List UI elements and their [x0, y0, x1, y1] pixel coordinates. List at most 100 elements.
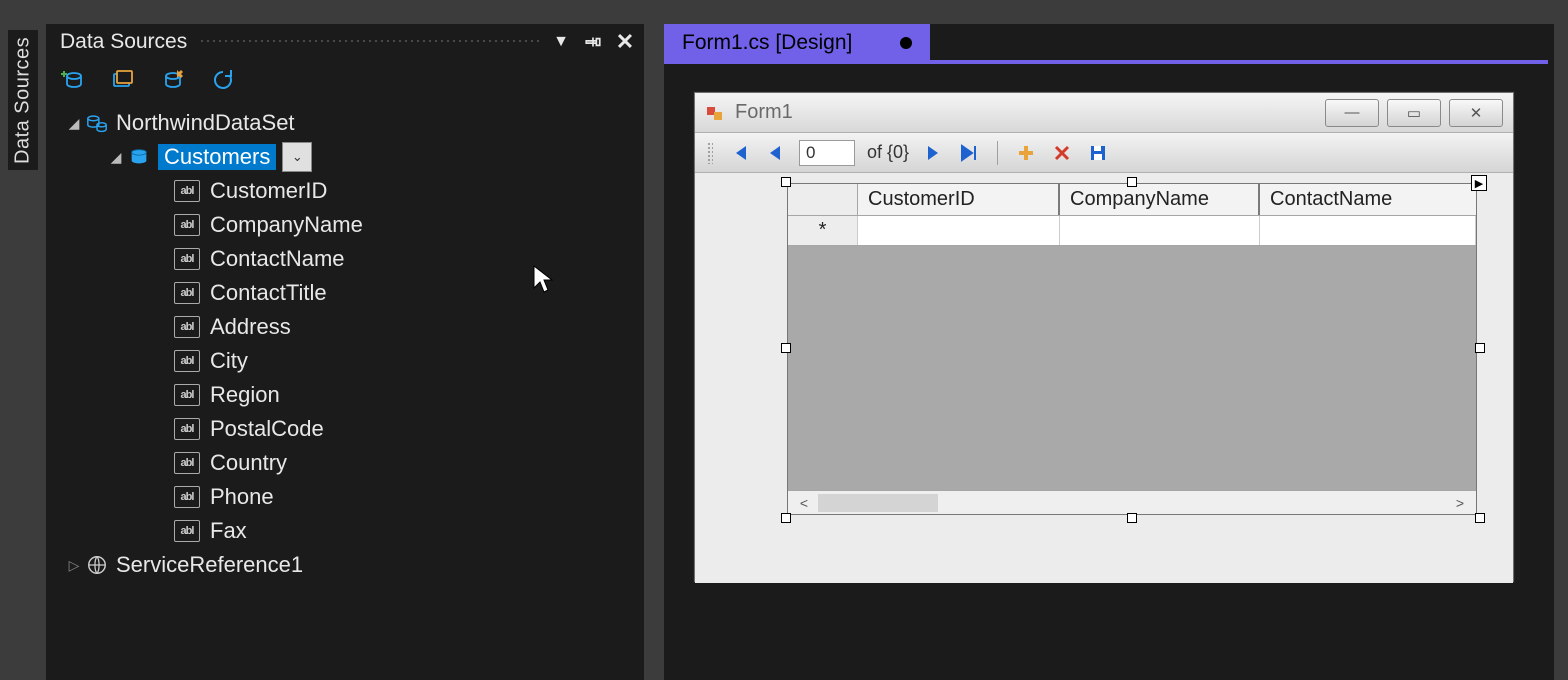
configure-dataset-icon[interactable] — [158, 65, 188, 95]
tree-field-label: Country — [210, 450, 287, 476]
tree-field-node[interactable]: ablCity — [64, 344, 644, 378]
position-textbox[interactable]: 0 — [799, 140, 855, 166]
resize-handle[interactable] — [781, 513, 791, 523]
resize-handle[interactable] — [1475, 343, 1485, 353]
toolstrip-grip-icon[interactable] — [707, 142, 713, 164]
scroll-right-icon[interactable]: > — [1450, 494, 1470, 512]
panel-grip — [199, 38, 540, 46]
resize-handle[interactable] — [781, 177, 791, 187]
tree-field-node[interactable]: ablFax — [64, 514, 644, 548]
tree-field-node[interactable]: ablCompanyName — [64, 208, 644, 242]
chevron-down-icon[interactable]: ◢ — [64, 115, 84, 132]
tree-table-label-selected: Customers — [158, 144, 276, 170]
tree-field-node[interactable]: ablCountry — [64, 446, 644, 480]
minimize-button[interactable]: — — [1325, 99, 1379, 127]
datagridview[interactable]: CustomerID CompanyName ContactName * < — [787, 183, 1477, 515]
panel-title: Data Sources — [60, 30, 187, 54]
grid-column-header[interactable]: CompanyName — [1060, 184, 1260, 215]
resize-handle[interactable] — [781, 343, 791, 353]
add-new-button[interactable] — [1014, 141, 1038, 165]
table-icon — [126, 144, 152, 170]
refresh-icon[interactable] — [208, 65, 238, 95]
tree-field-label: CompanyName — [210, 212, 363, 238]
pin-icon[interactable] — [584, 33, 602, 51]
tree-table-node[interactable]: ◢ Customers ⌄ — [64, 140, 644, 174]
grid-cell[interactable] — [858, 216, 1060, 245]
form-titlebar: Form1 — ▭ ✕ — [695, 93, 1513, 133]
resize-handle[interactable] — [1475, 513, 1485, 523]
grid-cell[interactable] — [1060, 216, 1260, 245]
chevron-right-icon[interactable]: ▷ — [64, 557, 84, 574]
maximize-button[interactable]: ▭ — [1387, 99, 1441, 127]
tree-field-label: ContactTitle — [210, 280, 327, 306]
panel-header: Data Sources ▼ ✕ — [46, 24, 644, 60]
grid-row-header-corner[interactable] — [788, 184, 858, 215]
grid-new-row-indicator: * — [788, 216, 858, 245]
save-button[interactable] — [1086, 141, 1110, 165]
resize-handle[interactable] — [1127, 177, 1137, 187]
text-field-icon: abl — [174, 418, 200, 440]
binding-navigator: 0 of {0} — [695, 133, 1513, 173]
edit-data-source-icon[interactable] — [108, 65, 138, 95]
tree-field-node[interactable]: abl Phone — [64, 480, 644, 514]
tree-field-label: ContactName — [210, 246, 345, 272]
text-field-icon: abl — [174, 180, 200, 202]
form-client-area[interactable]: CustomerID CompanyName ContactName * < — [695, 173, 1513, 583]
tree-field-label: PostalCode — [210, 416, 324, 442]
delete-button[interactable] — [1050, 141, 1074, 165]
tree-dataset-label: NorthwindDataSet — [116, 110, 295, 136]
tree-field-label: CustomerID — [210, 178, 327, 204]
tree-field-node[interactable]: abl CustomerID — [64, 174, 644, 208]
close-button[interactable]: ✕ — [1449, 99, 1503, 127]
resize-handle[interactable] — [1127, 513, 1137, 523]
tree-field-label: Phone — [210, 484, 274, 510]
tree-service-label: ServiceReference1 — [116, 552, 303, 578]
separator — [997, 141, 998, 165]
tree-service-node[interactable]: ▷ ServiceReference1 — [64, 548, 644, 582]
tree-dataset-node[interactable]: ◢ NorthwindDataSet — [64, 106, 644, 140]
add-new-data-source-icon[interactable] — [58, 65, 88, 95]
text-field-icon: abl — [174, 486, 200, 508]
chevron-down-icon[interactable]: ◢ — [106, 149, 126, 166]
window-position-dropdown-icon[interactable]: ▼ — [552, 33, 570, 51]
scroll-thumb[interactable] — [818, 494, 938, 512]
text-field-icon: abl — [174, 316, 200, 338]
service-reference-icon — [84, 552, 110, 578]
tree-field-label: Address — [210, 314, 291, 340]
form-app-icon — [705, 103, 725, 123]
grid-cell[interactable] — [1260, 216, 1476, 245]
tree-field-node[interactable]: abl ContactTitle — [64, 276, 644, 310]
count-label: of {0} — [867, 142, 909, 163]
design-surface[interactable]: Form1 — ▭ ✕ 0 of {0} — [664, 64, 1548, 680]
tree-field-node[interactable]: abl Address — [64, 310, 644, 344]
text-field-icon: abl — [174, 282, 200, 304]
tree-field-node[interactable]: abl PostalCode — [64, 412, 644, 446]
form-title: Form1 — [735, 101, 1325, 124]
scroll-left-icon[interactable]: < — [794, 494, 814, 512]
drop-type-chevron-icon[interactable]: ⌄ — [282, 142, 312, 172]
grid-horizontal-scrollbar[interactable]: < > — [788, 490, 1476, 514]
close-icon[interactable]: ✕ — [616, 33, 634, 51]
tree-field-label: City — [210, 348, 248, 374]
grid-column-header[interactable]: ContactName — [1260, 184, 1476, 215]
designer-area: Form1.cs [Design] Form1 — ▭ ✕ — [664, 24, 1554, 680]
document-tab-label: Form1.cs [Design] — [682, 31, 852, 55]
tree-field-label: Region — [210, 382, 280, 408]
splitter[interactable] — [650, 24, 662, 680]
move-first-button[interactable] — [727, 141, 751, 165]
winform[interactable]: Form1 — ▭ ✕ 0 of {0} — [694, 92, 1514, 582]
tree-field-node[interactable]: abl Region — [64, 378, 644, 412]
unsaved-indicator-icon — [900, 37, 912, 49]
tree-field-label: Fax — [210, 518, 247, 544]
move-last-button[interactable] — [957, 141, 981, 165]
move-next-button[interactable] — [921, 141, 945, 165]
tree-field-node[interactable]: abl ContactName — [64, 242, 644, 276]
text-field-icon: abl — [174, 248, 200, 270]
smart-tag-icon[interactable]: ▶ — [1471, 175, 1487, 191]
vertical-tab-data-sources[interactable]: Data Sources — [8, 30, 38, 170]
text-field-icon: abl — [174, 384, 200, 406]
grid-new-row[interactable]: * — [788, 216, 1476, 246]
grid-column-header[interactable]: CustomerID — [858, 184, 1060, 215]
move-previous-button[interactable] — [763, 141, 787, 165]
document-tab-active[interactable]: Form1.cs [Design] — [664, 24, 930, 60]
